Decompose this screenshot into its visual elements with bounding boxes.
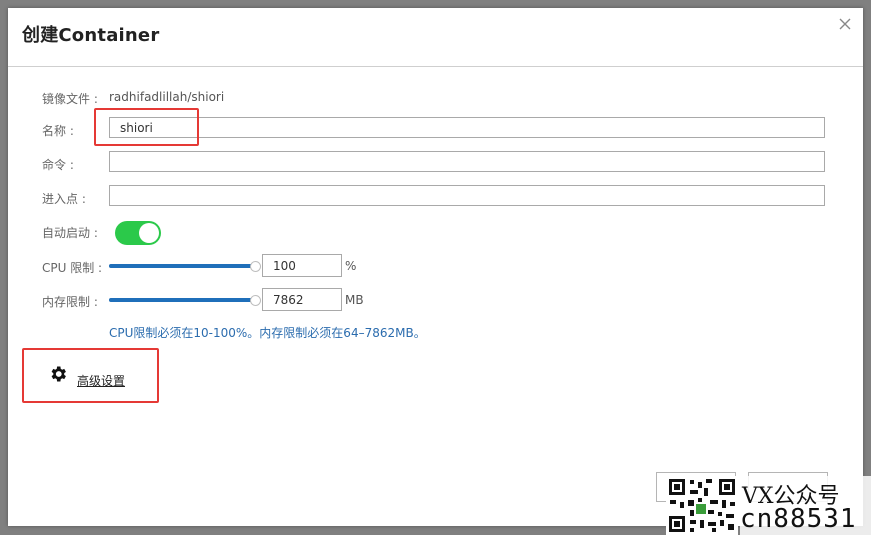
autostart-toggle[interactable] [115, 221, 161, 245]
watermark-line2: cn88531 [740, 504, 857, 534]
entrypoint-input[interactable] [109, 185, 825, 206]
memory-limit-label: 内存限制 : [42, 295, 98, 309]
name-input[interactable] [109, 117, 825, 138]
advanced-highlight-box [22, 348, 159, 403]
memory-limit-input[interactable] [262, 288, 342, 311]
image-label: 镜像文件 : [42, 92, 98, 106]
slider-thumb[interactable] [250, 261, 261, 272]
name-label: 名称 : [42, 124, 74, 138]
memory-limit-slider[interactable] [109, 294, 261, 306]
create-container-dialog: 创建Container 镜像文件 : radhifadlillah/shiori… [8, 8, 863, 526]
watermark-text: VX公众号 cn88531 [740, 476, 871, 535]
cpu-limit-input[interactable] [262, 254, 342, 277]
cpu-limit-label: CPU 限制 : [42, 261, 103, 275]
command-label: 命令 : [42, 158, 74, 172]
memory-limit-unit: MB [345, 293, 364, 307]
dialog-header: 创建Container [8, 8, 863, 67]
image-value: radhifadlillah/shiori [109, 90, 225, 104]
cpu-limit-unit: % [345, 259, 357, 273]
command-input[interactable] [109, 151, 825, 172]
autostart-label: 自动启动 : [42, 226, 98, 240]
slider-thumb[interactable] [250, 295, 261, 306]
slider-fill [109, 264, 255, 268]
name-highlight-box [94, 108, 199, 146]
limit-hint-text: CPU限制必须在10-100%。内存限制必须在64–7862MB。 [109, 326, 426, 340]
watermark: VX公众号 cn88531 [666, 476, 871, 535]
qr-code-icon [666, 476, 738, 535]
dialog-title: 创建Container [22, 25, 160, 46]
slider-fill [109, 298, 255, 302]
close-icon[interactable] [837, 16, 853, 32]
toggle-knob [139, 223, 159, 243]
entrypoint-label: 进入点 : [42, 192, 86, 206]
cpu-limit-slider[interactable] [109, 260, 261, 272]
